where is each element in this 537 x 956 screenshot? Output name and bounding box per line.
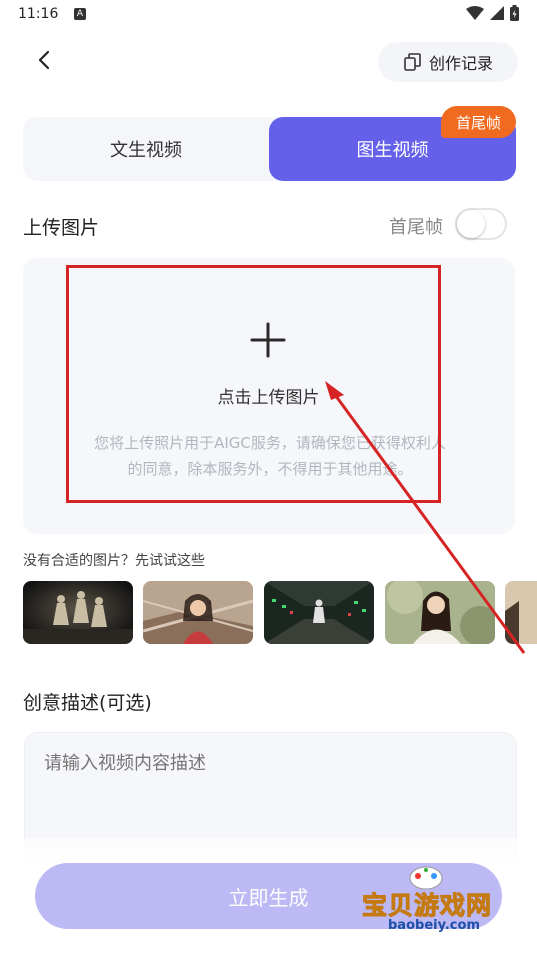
back-button[interactable] [30,46,58,74]
watermark-url: baobeiy.com [388,918,480,933]
status-icons [466,5,519,21]
sample-image-dancers[interactable] [23,581,133,644]
watermark-logo-text: 宝贝游戏网 [361,891,493,921]
creation-records-label: 创作记录 [428,54,493,73]
signal-icon [490,6,504,20]
description-section-title: 创意描述(可选) [23,692,152,714]
first-last-frame-badge: 首尾帧 [441,106,516,138]
wifi-icon [466,6,484,20]
annotation-arrow [325,381,526,654]
creation-records-button[interactable]: 创作记录 [378,42,518,82]
description-input[interactable] [42,752,496,775]
toggle-knob [457,210,485,238]
notification-icon: A [74,8,86,20]
tab-text-to-video[interactable]: 文生视频 [23,117,269,181]
chevron-left-icon [38,50,50,70]
battery-icon [510,5,519,21]
first-last-frame-label: 首尾帧 [389,217,443,238]
status-time: 11:16 [18,6,59,22]
sample-image-smiling-woman[interactable] [143,581,253,644]
copy-icon [404,53,421,71]
samples-title: 没有合适的图片？先试试这些 [23,553,205,569]
upload-section-title: 上传图片 [23,217,100,239]
